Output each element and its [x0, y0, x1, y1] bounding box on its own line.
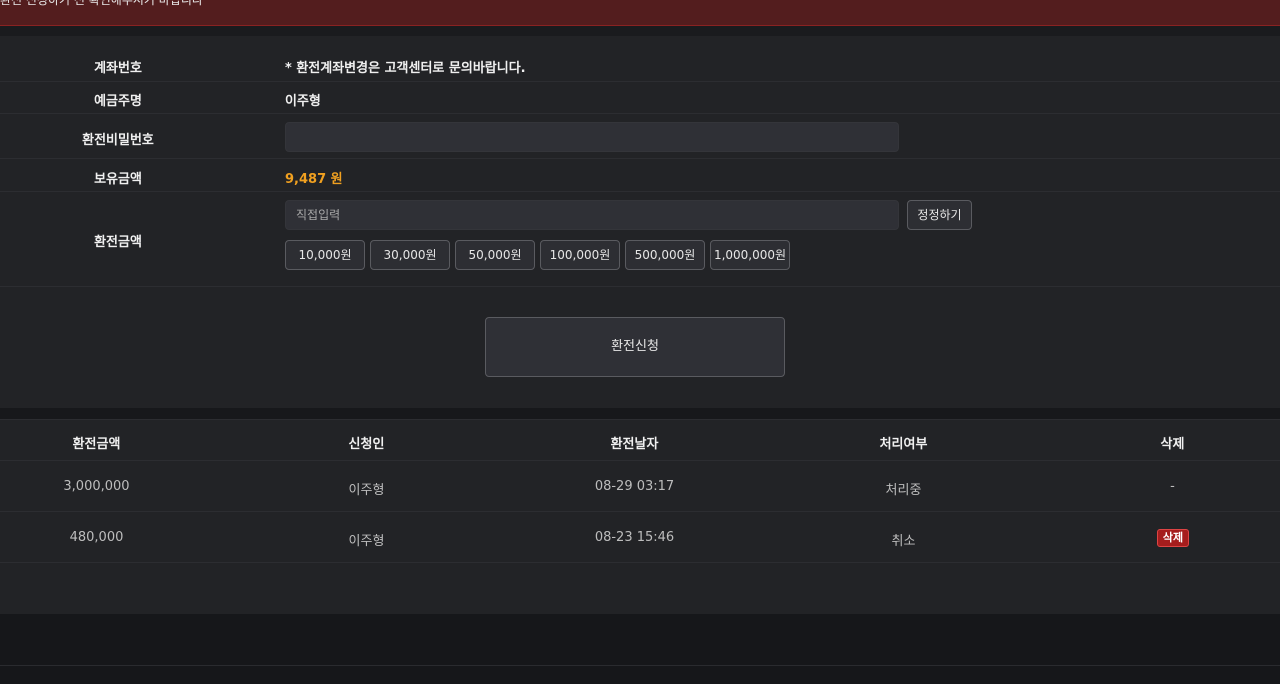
section-gap [0, 408, 1280, 419]
withdraw-submit-button[interactable]: 환전신청 [485, 317, 785, 377]
quick-amount-button[interactable]: 30,000원 [370, 240, 450, 270]
account-label: 계좌번호 [94, 61, 142, 76]
row-date: 08-29 03:17 [594, 479, 675, 494]
holder-value: 이주형 [285, 94, 321, 109]
holder-label: 예금주명 [94, 94, 142, 109]
row-status: 취소 [891, 534, 916, 549]
row-applicant: 이주형 [348, 483, 385, 498]
holder-row: 예금주명 이주형 [0, 81, 1280, 114]
account-notice: * 환전계좌변경은 고객센터로 문의바랍니다. [285, 61, 526, 76]
header-delete: 삭제 [1160, 437, 1185, 452]
quick-amount-button[interactable]: 1,000,000원 [710, 240, 790, 270]
row-divider [0, 511, 1280, 512]
delete-button[interactable]: 삭제 [1157, 529, 1189, 547]
row-amount: 3,000,000 [63, 479, 130, 494]
password-row: 환전비밀번호 [0, 114, 1280, 159]
header-status: 처리여부 [879, 437, 928, 452]
divider-band [0, 26, 1280, 36]
amount-input[interactable]: 직접입력 [285, 200, 899, 230]
quick-amount-button[interactable]: 500,000원 [625, 240, 705, 270]
password-label: 환전비밀번호 [82, 133, 154, 148]
quick-amount-button[interactable]: 100,000원 [540, 240, 620, 270]
password-input[interactable] [285, 122, 899, 152]
row-delete-placeholder: - [1170, 479, 1175, 494]
withdraw-form: 계좌번호 * 환전계좌변경은 고객센터로 문의바랍니다. 예금주명 이주형 환전… [0, 36, 1280, 408]
header-applicant: 신청인 [348, 437, 385, 452]
balance-value: 9,487 원 [285, 172, 343, 187]
row-applicant: 이주형 [348, 534, 385, 549]
footer-divider [0, 665, 1280, 666]
banner-text: 환전 신청하기 전 확인해주시기 바랍니다 [0, 0, 203, 7]
row-amount: 480,000 [69, 530, 124, 545]
quick-amount-button[interactable]: 10,000원 [285, 240, 365, 270]
row-divider [0, 562, 1280, 563]
quick-amount-button[interactable]: 50,000원 [455, 240, 535, 270]
footer-area [0, 614, 1280, 684]
amount-label: 환전금액 [94, 235, 142, 250]
header-date: 환전날자 [610, 437, 659, 452]
balance-label: 보유금액 [94, 172, 142, 187]
withdraw-history-table: 환전금액 신청인 환전날자 처리여부 삭제 3,000,000 이주형 08-2… [0, 419, 1280, 615]
row-status: 처리중 [885, 483, 922, 498]
balance-row: 보유금액 9,487 원 [0, 159, 1280, 192]
header-divider [0, 460, 1280, 461]
row-date: 08-23 15:46 [594, 530, 675, 545]
top-notice-banner: 환전 신청하기 전 확인해주시기 바랍니다 [0, 0, 1280, 26]
reset-button[interactable]: 정정하기 [907, 200, 972, 230]
account-row: 계좌번호 * 환전계좌변경은 고객센터로 문의바랍니다. [0, 50, 1280, 82]
header-amount: 환전금액 [72, 437, 121, 452]
